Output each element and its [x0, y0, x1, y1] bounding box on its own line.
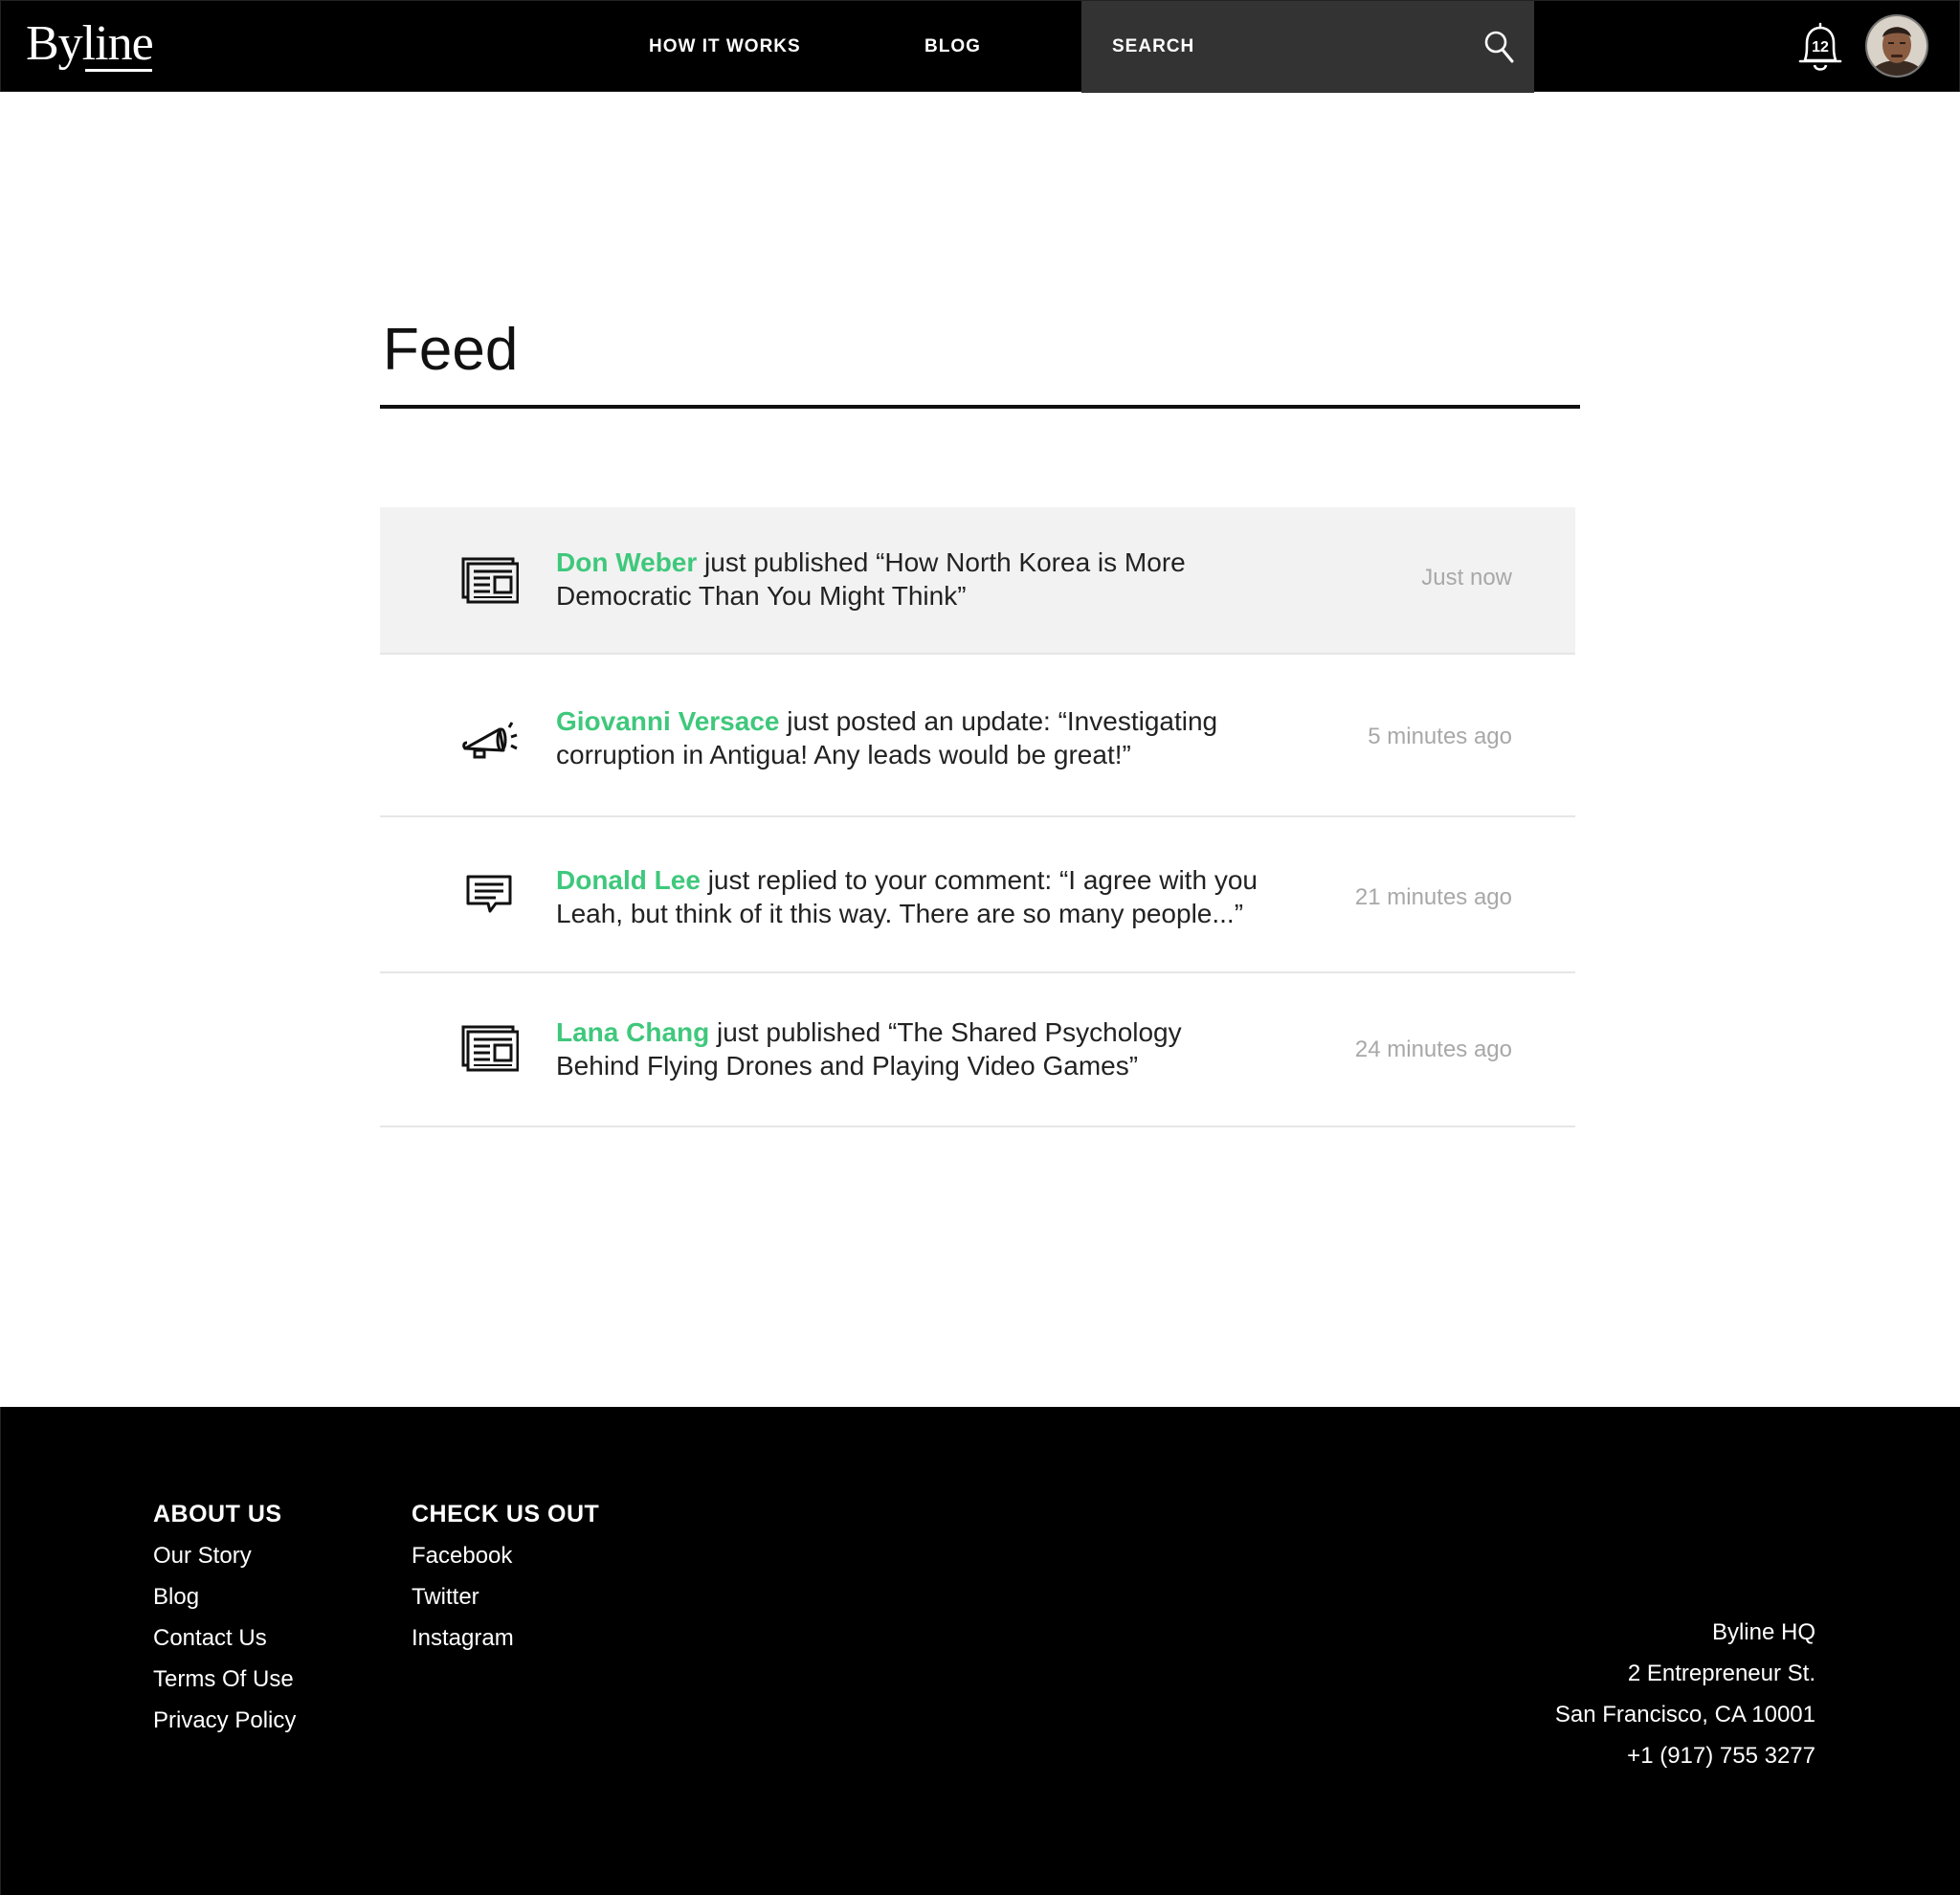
newspaper-icon — [461, 557, 519, 604]
footer-link-blog[interactable]: Blog — [153, 1584, 199, 1611]
title-divider — [380, 405, 1580, 409]
address-street: 2 Entrepreneur St. — [1627, 1661, 1815, 1686]
address-phone[interactable]: +1 (917) 755 3277 — [1627, 1743, 1815, 1770]
feed-item[interactable]: Don Weber just published “How North Kore… — [380, 507, 1575, 655]
feed-item-text: Donald Lee just replied to your comment:… — [556, 863, 1264, 930]
user-avatar[interactable] — [1865, 14, 1928, 78]
footer-social-heading: CHECK US OUT — [412, 1501, 600, 1527]
feed-item-author-link[interactable]: Don Weber — [556, 547, 697, 577]
feed-item-time: 24 minutes ago — [1354, 1037, 1512, 1062]
byline-logo[interactable]: Byline — [26, 14, 154, 74]
feed-item-author-link[interactable]: Lana Chang — [556, 1017, 709, 1047]
feed-item[interactable]: Giovanni Versace just posted an update: … — [380, 655, 1575, 817]
feed-item[interactable]: Donald Lee just replied to your comment:… — [380, 817, 1575, 973]
notification-count: 12 — [1812, 39, 1829, 56]
feed-item-time: 21 minutes ago — [1354, 884, 1512, 910]
footer-link-twitter[interactable]: Twitter — [412, 1584, 479, 1611]
address-company: Byline HQ — [1711, 1619, 1815, 1645]
footer-about-heading: ABOUT US — [153, 1501, 282, 1527]
footer-link-instagram[interactable]: Instagram — [412, 1625, 514, 1652]
newspaper-icon — [461, 1025, 519, 1072]
feed-item-author-link[interactable]: Donald Lee — [556, 865, 701, 895]
feed-item-time: Just now — [1421, 565, 1512, 591]
search-box[interactable]: SEARCH — [1081, 1, 1534, 93]
notifications-button[interactable]: 12 — [1793, 20, 1847, 76]
avatar-image — [1867, 16, 1927, 76]
footer-link-facebook[interactable]: Facebook — [412, 1543, 512, 1570]
footer-link-privacy-policy[interactable]: Privacy Policy — [153, 1707, 296, 1734]
search-icon[interactable] — [1482, 30, 1515, 64]
feed-item-author-link[interactable]: Giovanni Versace — [556, 706, 779, 736]
address-city: San Francisco, CA 10001 — [1554, 1702, 1815, 1728]
page-title: Feed — [383, 317, 519, 383]
feed-list: Don Weber just published “How North Kore… — [380, 507, 1575, 1127]
nav-blog[interactable]: BLOG — [924, 1, 981, 93]
footer-link-terms-of-use[interactable]: Terms Of Use — [153, 1666, 294, 1693]
logo-underline — [85, 69, 152, 72]
feed-item-time: 5 minutes ago — [1368, 724, 1512, 749]
feed-item-text: Lana Chang just published “The Shared Ps… — [556, 1015, 1264, 1082]
footer-link-our-story[interactable]: Our Story — [153, 1543, 252, 1570]
feed-item[interactable]: Lana Chang just published “The Shared Ps… — [380, 973, 1575, 1127]
footer-link-contact-us[interactable]: Contact Us — [153, 1625, 267, 1652]
feed-item-text: Giovanni Versace just posted an update: … — [556, 704, 1264, 771]
search-input[interactable]: SEARCH — [1112, 1, 1194, 93]
megaphone-icon — [462, 722, 518, 759]
site-footer: ABOUT US Our Story Blog Contact Us Terms… — [0, 1407, 1960, 1895]
nav-how-it-works[interactable]: HOW IT WORKS — [649, 1, 801, 93]
speech-bubble-icon — [466, 875, 512, 913]
feed-item-text: Don Weber just published “How North Kore… — [556, 546, 1264, 613]
top-nav-bar: Byline HOW IT WORKS BLOG SEARCH 12 — [0, 0, 1960, 93]
